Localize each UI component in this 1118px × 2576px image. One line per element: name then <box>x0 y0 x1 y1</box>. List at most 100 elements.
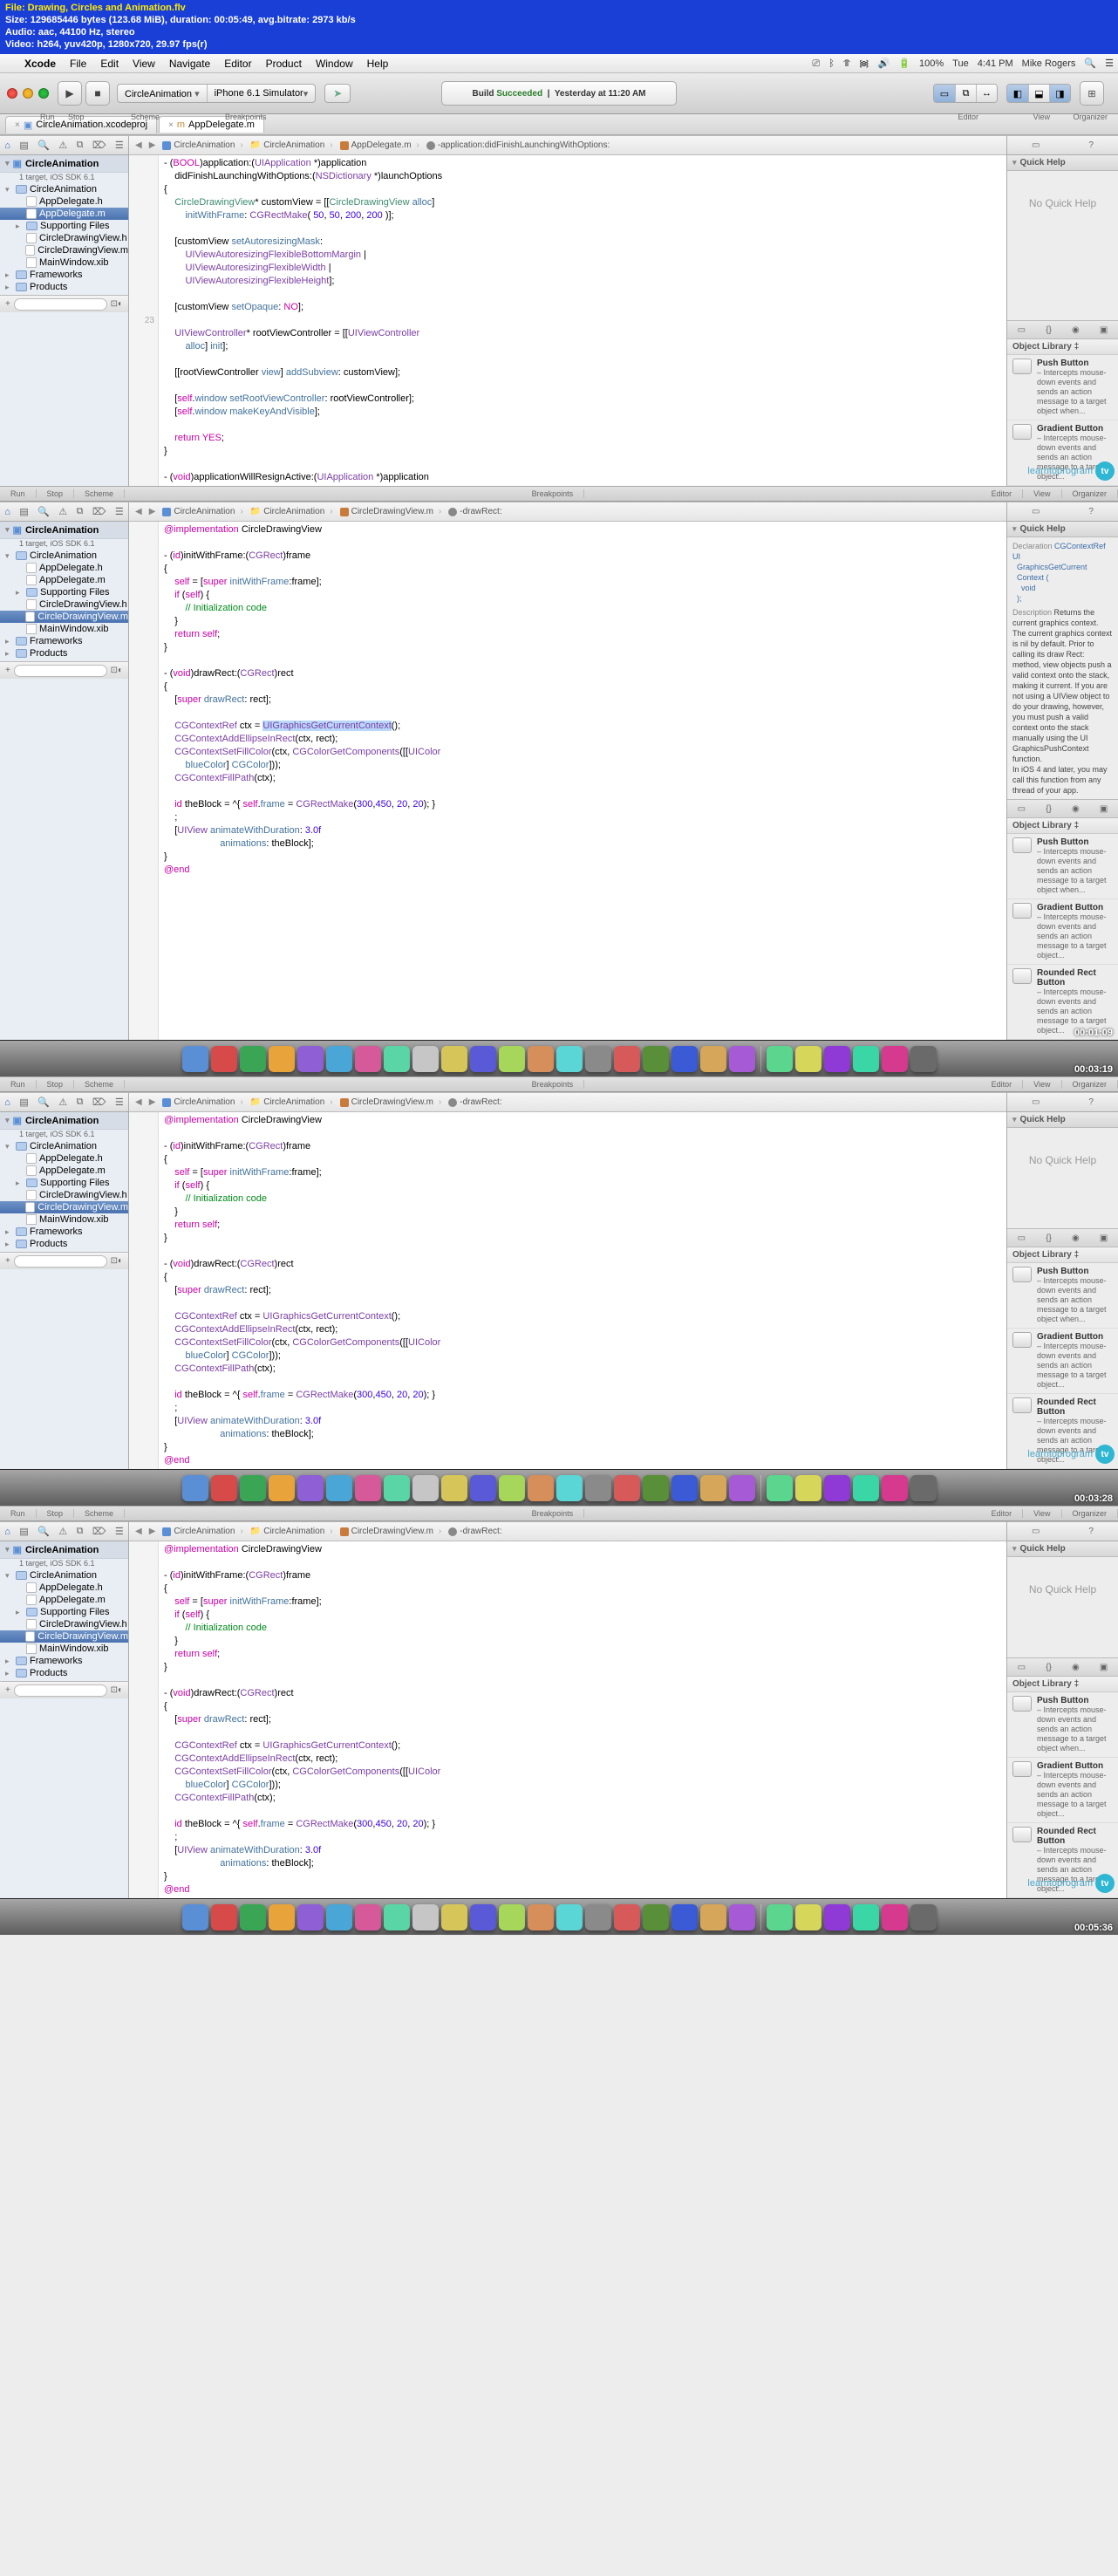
source-text[interactable]: @implementation CircleDrawingView - (id)… <box>159 522 1006 1040</box>
dock-app[interactable] <box>853 1904 879 1930</box>
status-day[interactable]: Tue <box>948 58 973 69</box>
menu-product[interactable]: Product <box>259 58 309 70</box>
dock-app[interactable] <box>182 1475 208 1501</box>
dock-app[interactable] <box>882 1046 908 1072</box>
tree-row[interactable]: CircleAnimation <box>0 183 128 195</box>
status-user[interactable]: Mike Rogers <box>1018 58 1081 69</box>
tree-row[interactable]: MainWindow.xib <box>0 1213 128 1226</box>
tree-row[interactable]: CircleAnimation <box>0 550 128 562</box>
dock-app[interactable] <box>614 1475 640 1501</box>
dock-app[interactable] <box>729 1475 755 1501</box>
view-panels-segment[interactable]: ◧ ⬓ ◨ <box>1006 84 1071 103</box>
dock-app[interactable] <box>556 1475 583 1501</box>
dock-app[interactable] <box>412 1046 439 1072</box>
jump-bar[interactable]: ◀ ▶ CircleAnimation 📁CircleAnimation App… <box>129 136 1006 155</box>
dock-app[interactable] <box>671 1904 698 1930</box>
tree-row[interactable]: MainWindow.xib <box>0 256 128 269</box>
dock-app[interactable] <box>499 1904 525 1930</box>
navigator-filter-input[interactable] <box>14 298 107 311</box>
tree-row[interactable]: Frameworks <box>0 635 128 647</box>
dock-app[interactable] <box>528 1904 554 1930</box>
dock-app[interactable] <box>355 1046 381 1072</box>
dock-app[interactable] <box>585 1904 611 1930</box>
dock-app[interactable] <box>910 1904 937 1930</box>
tree-row[interactable]: Products <box>0 281 128 293</box>
tree-row[interactable]: Supporting Files <box>0 1177 128 1189</box>
dock-app[interactable] <box>767 1475 793 1501</box>
back-icon[interactable]: ◀ <box>133 140 145 150</box>
status-bluetooth-icon[interactable]: ᛒ <box>824 58 839 69</box>
tree-row[interactable]: CircleDrawingView.m <box>0 1630 128 1643</box>
tree-row[interactable]: AppDelegate.h <box>0 195 128 208</box>
dock-app[interactable] <box>297 1904 324 1930</box>
library-selector-bar[interactable]: ▭{}◉▣ <box>1007 320 1118 339</box>
dock-app[interactable] <box>499 1046 525 1072</box>
tree-row[interactable]: Supporting Files <box>0 220 128 232</box>
status-showui-icon[interactable]: ⎚ <box>808 58 824 70</box>
line-gutter[interactable]: 23 <box>129 155 159 486</box>
scheme-selector[interactable]: CircleAnimation iPhone 6.1 Simulator <box>117 84 316 103</box>
dock-app[interactable] <box>671 1475 698 1501</box>
dock-app[interactable] <box>240 1046 266 1072</box>
library-item[interactable]: Push Button– Intercepts mouse-down event… <box>1007 834 1118 899</box>
close-tab-icon[interactable]: × <box>15 120 20 130</box>
tree-row[interactable]: AppDelegate.m <box>0 1165 128 1177</box>
tree-row[interactable]: MainWindow.xib <box>0 1643 128 1655</box>
notification-center-icon[interactable]: ☰ <box>1101 58 1118 69</box>
menu-edit[interactable]: Edit <box>93 58 126 70</box>
dock-app[interactable] <box>643 1046 669 1072</box>
dock-app[interactable] <box>795 1046 821 1072</box>
dock-app[interactable] <box>269 1904 295 1930</box>
zoom-window-button[interactable] <box>38 88 49 99</box>
dock-app[interactable] <box>700 1046 726 1072</box>
library-item[interactable]: Push Button– Intercepts mouse-down event… <box>1007 1263 1118 1329</box>
dock-app[interactable] <box>211 1475 237 1501</box>
menu-xcode[interactable]: Xcode <box>17 58 63 70</box>
dock-app[interactable] <box>643 1475 669 1501</box>
tree-row[interactable]: CircleDrawingView.h <box>0 1618 128 1630</box>
tree-row[interactable]: MainWindow.xib <box>0 623 128 635</box>
dock-app[interactable] <box>441 1904 467 1930</box>
dock-app[interactable] <box>824 1475 850 1501</box>
dock-app[interactable] <box>384 1475 410 1501</box>
dock-app[interactable] <box>556 1046 583 1072</box>
dock-app[interactable] <box>910 1046 937 1072</box>
tree-row[interactable]: CircleDrawingView.m <box>0 244 128 256</box>
menu-editor[interactable]: Editor <box>217 58 258 70</box>
tree-row[interactable]: CircleDrawingView.h <box>0 1189 128 1201</box>
dock-app[interactable] <box>441 1475 467 1501</box>
tree-row[interactable]: CircleDrawingView.h <box>0 598 128 611</box>
close-window-button[interactable] <box>7 88 17 99</box>
dock-app[interactable] <box>182 1904 208 1930</box>
dock-app[interactable] <box>585 1475 611 1501</box>
tree-row[interactable]: CircleDrawingView.m <box>0 1201 128 1213</box>
dock-app[interactable] <box>767 1904 793 1930</box>
dock-app[interactable] <box>795 1475 821 1501</box>
dock-app[interactable] <box>240 1475 266 1501</box>
tree-row[interactable]: Products <box>0 1667 128 1679</box>
source-text[interactable]: - (BOOL)application:(UIApplication *)app… <box>159 155 1006 486</box>
status-wifi-icon[interactable]: ᯼ <box>855 57 874 70</box>
dock-app[interactable] <box>729 1904 755 1930</box>
dock-app[interactable] <box>470 1904 496 1930</box>
tree-row[interactable]: AppDelegate.h <box>0 1152 128 1165</box>
tree-row[interactable]: Products <box>0 647 128 659</box>
dock-app[interactable] <box>824 1904 850 1930</box>
dock-app[interactable] <box>614 1046 640 1072</box>
menu-view[interactable]: View <box>126 58 162 70</box>
dock-app[interactable] <box>384 1904 410 1930</box>
object-library-header[interactable]: Object Library ‡ <box>1007 339 1118 355</box>
tree-row[interactable]: Frameworks <box>0 269 128 281</box>
dock-app[interactable] <box>824 1046 850 1072</box>
spotlight-icon[interactable]: 🔍 <box>1080 58 1101 69</box>
menu-navigate[interactable]: Navigate <box>162 58 217 70</box>
tree-row[interactable]: AppDelegate.m <box>0 208 128 220</box>
tree-row[interactable]: Products <box>0 1238 128 1250</box>
dock-app[interactable] <box>585 1046 611 1072</box>
tree-row[interactable]: Supporting Files <box>0 1606 128 1618</box>
library-item[interactable]: Gradient Button– Intercepts mouse-down e… <box>1007 899 1118 965</box>
dock-app[interactable] <box>412 1475 439 1501</box>
tree-row[interactable]: Frameworks <box>0 1655 128 1667</box>
run-button[interactable] <box>58 81 82 106</box>
status-volume-icon[interactable]: 🔊 <box>874 58 895 69</box>
